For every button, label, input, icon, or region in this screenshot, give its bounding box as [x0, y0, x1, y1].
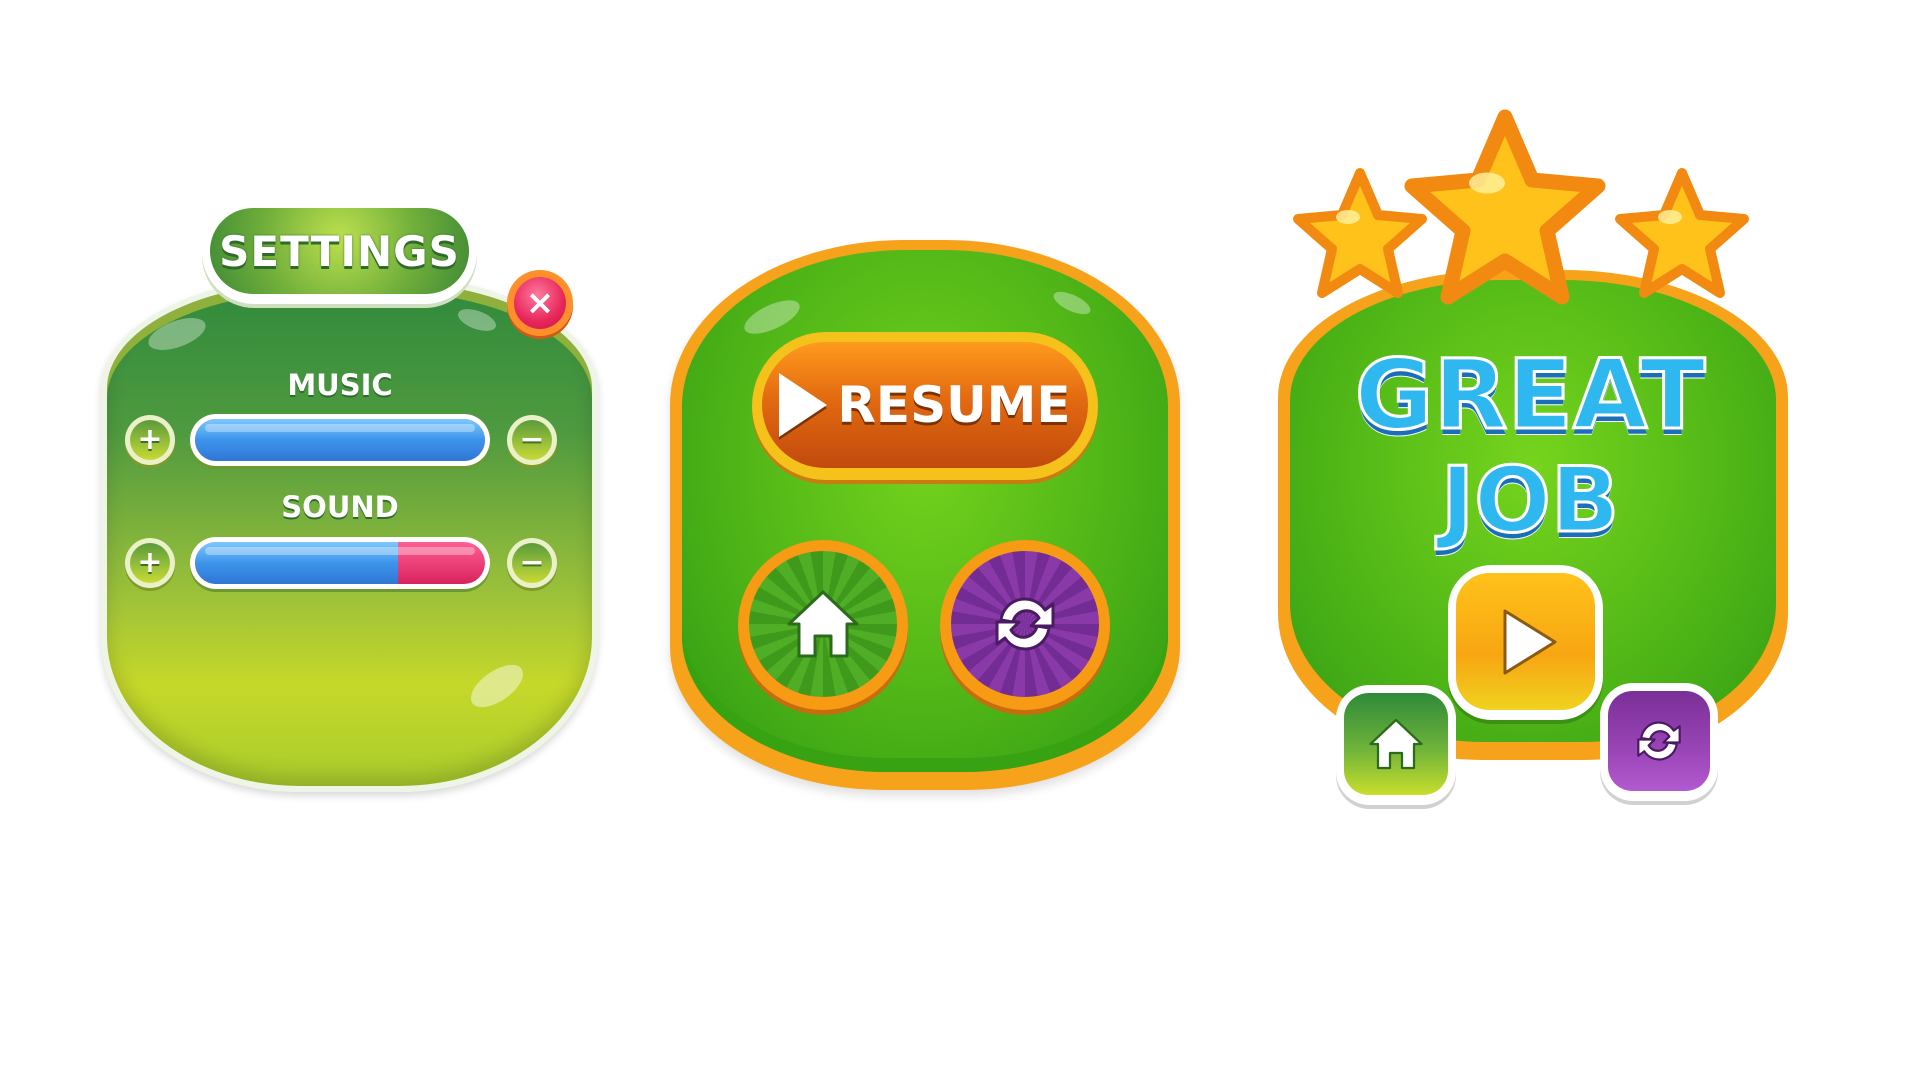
settings-panel: SETTINGS × MUSIC + − SOUND + − [95, 200, 598, 792]
win-title-line1: GREAT [1353, 339, 1707, 451]
win-panel: GREAT JOB [1270, 105, 1790, 810]
sound-plus-button[interactable]: + [125, 538, 175, 588]
pause-panel-body [670, 240, 1180, 790]
next-level-button[interactable] [1448, 565, 1603, 720]
resume-label: RESUME [837, 376, 1071, 434]
home-button[interactable] [738, 540, 908, 710]
minus-icon: − [512, 543, 552, 583]
settings-title-banner: SETTINGS [202, 200, 477, 304]
restart-button[interactable] [1600, 683, 1718, 801]
plus-icon: + [130, 420, 170, 460]
star-icon [1615, 168, 1749, 298]
minus-icon: − [512, 420, 552, 460]
home-icon [1369, 718, 1423, 770]
sound-minus-button[interactable]: − [507, 538, 557, 588]
play-icon [779, 373, 828, 437]
restart-icon [1637, 721, 1681, 761]
sound-slider[interactable] [190, 537, 490, 589]
plus-icon: + [130, 543, 170, 583]
play-icon [1503, 609, 1556, 674]
win-title-line2: JOB [1439, 448, 1621, 553]
music-plus-button[interactable]: + [125, 415, 175, 465]
sound-label: SOUND [281, 490, 399, 524]
music-label: MUSIC [287, 368, 393, 402]
home-button[interactable] [1336, 685, 1456, 805]
restart-icon [995, 597, 1055, 651]
resume-button[interactable]: RESUME [752, 332, 1098, 480]
star-icon [1404, 109, 1606, 305]
close-button[interactable]: × [507, 270, 573, 336]
settings-panel-body [101, 275, 598, 792]
pause-panel: RESUME [670, 240, 1190, 800]
close-icon: × [514, 277, 566, 329]
music-slider[interactable] [190, 414, 490, 466]
restart-button[interactable] [940, 540, 1110, 710]
home-icon [787, 590, 859, 658]
music-minus-button[interactable]: − [507, 415, 557, 465]
settings-title: SETTINGS [219, 226, 460, 276]
